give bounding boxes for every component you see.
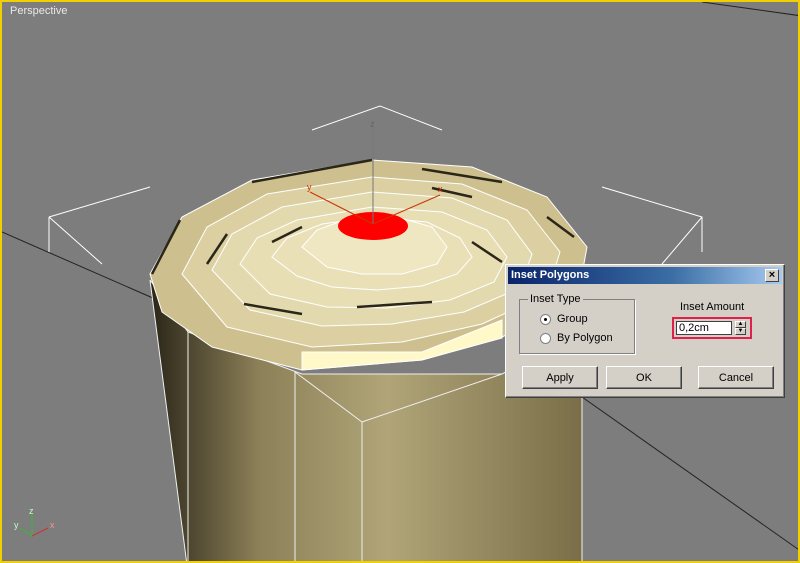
perspective-viewport[interactable]: Perspective z y x z x y Inset Polygons ×… — [0, 0, 800, 563]
world-axis-tripod: z x y — [14, 506, 55, 537]
dialog-title: Inset Polygons — [511, 269, 590, 281]
gizmo-x-label: x — [438, 184, 443, 194]
cancel-button[interactable]: Cancel — [698, 366, 774, 389]
inset-amount-input[interactable] — [676, 321, 732, 335]
inset-amount-spinner[interactable]: ▲ ▼ — [735, 321, 746, 335]
spinner-up-icon[interactable]: ▲ — [735, 321, 746, 328]
radio-group-button[interactable] — [540, 313, 551, 325]
gizmo-y-label: y — [307, 182, 312, 192]
inset-amount-highlight: ▲ ▼ — [672, 317, 752, 339]
dialog-titlebar[interactable]: Inset Polygons × — [508, 267, 782, 284]
inset-type-legend: Inset Type — [528, 293, 583, 305]
radio-by-polygon-label: By Polygon — [557, 332, 613, 344]
ok-button[interactable]: OK — [606, 366, 682, 389]
inset-amount-label: Inset Amount — [680, 301, 745, 313]
radio-by-polygon-button[interactable] — [540, 332, 551, 344]
radio-group-label: Group — [557, 313, 588, 325]
gizmo-z-label: z — [370, 119, 375, 129]
inset-type-group: Inset Type Group By Polygon — [519, 293, 635, 354]
spinner-down-icon[interactable]: ▼ — [735, 328, 746, 335]
radio-group-option[interactable]: Group — [540, 312, 588, 326]
apply-button[interactable]: Apply — [522, 366, 598, 389]
axis-z-label: z — [29, 506, 34, 516]
radio-by-polygon-option[interactable]: By Polygon — [540, 331, 613, 345]
axis-x-label: x — [50, 520, 55, 530]
close-icon[interactable]: × — [765, 269, 779, 282]
axis-y-label: y — [14, 520, 19, 530]
inset-polygons-dialog: Inset Polygons × Inset Type Group By Pol… — [505, 264, 785, 398]
